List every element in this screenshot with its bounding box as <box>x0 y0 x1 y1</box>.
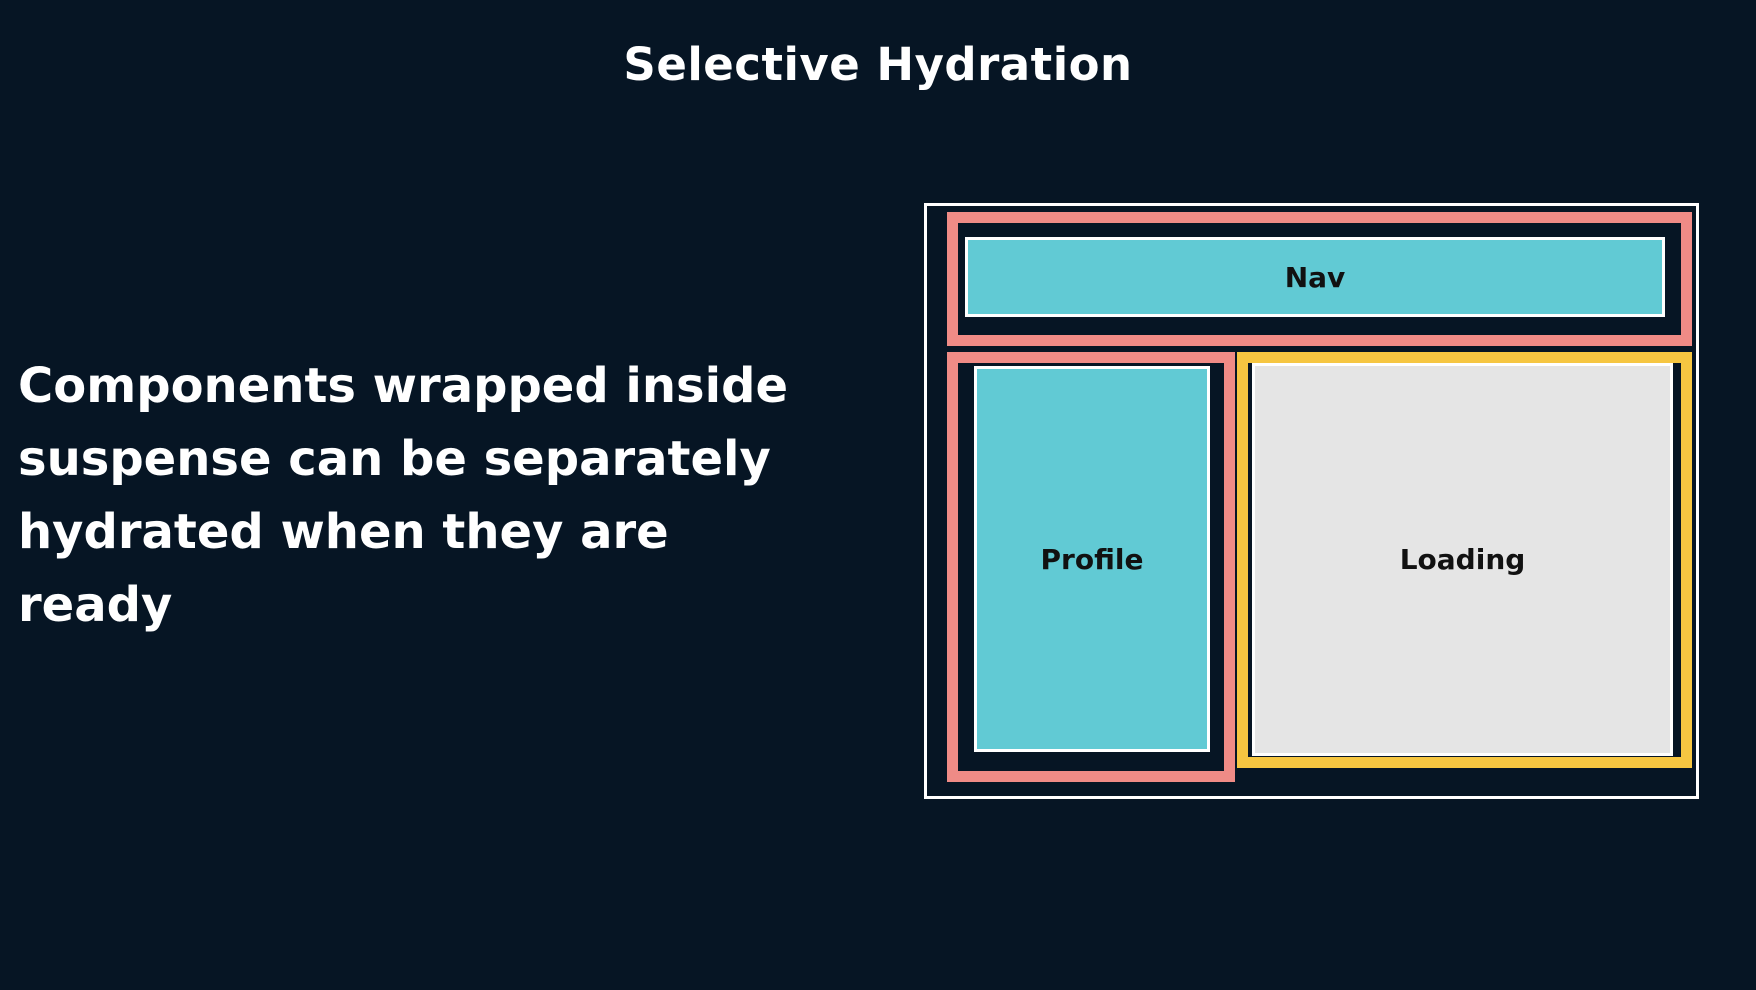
description-line: hydrated when they are ready <box>18 504 669 633</box>
nav-label: Nav <box>1284 260 1346 294</box>
page-title: Selective Hydration <box>623 38 1133 91</box>
description-text: Components wrapped inside suspense can b… <box>18 350 818 642</box>
loading-label: Loading <box>1399 543 1526 576</box>
loading-component: Loading <box>1252 363 1673 756</box>
description-line: suspense can be separately <box>18 431 771 487</box>
description-line: Components wrapped inside <box>18 358 788 414</box>
nav-component: Nav <box>965 237 1665 317</box>
app-layout-diagram: Nav Profile Loading <box>924 203 1699 799</box>
profile-component: Profile <box>974 366 1210 752</box>
profile-label: Profile <box>1040 542 1144 576</box>
